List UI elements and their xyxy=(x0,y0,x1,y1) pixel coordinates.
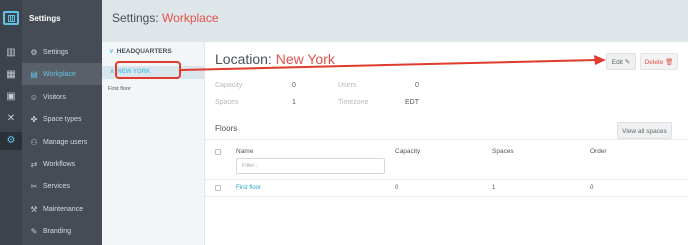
trash-icon: 🗑 xyxy=(665,59,674,66)
column-header-capacity[interactable]: Capacity xyxy=(395,148,420,155)
tree-item-headquarters[interactable]: ∨ HEADQUARTERS xyxy=(109,47,172,55)
delete-button-label: Delete xyxy=(644,59,664,66)
floor-spaces: 1 xyxy=(492,185,496,191)
column-header-name[interactable]: Name xyxy=(236,148,253,155)
tree-item-label: HEADQUARTERS xyxy=(116,48,172,55)
nav-item-label: Settings xyxy=(43,48,69,56)
tools-icon[interactable]: ✕ xyxy=(0,110,22,128)
location-detail: Location: New York Edit ✎ Delete 🗑 Capac… xyxy=(205,42,688,245)
annotation-highlight-box xyxy=(115,61,181,79)
nav-item-maintenance[interactable]: ⚒ Maintenance xyxy=(22,198,102,220)
nav-item-label: Workflows xyxy=(43,160,76,168)
nav-item-label: Workplace xyxy=(43,70,76,78)
view-all-spaces-button[interactable]: View all spaces xyxy=(617,122,672,139)
nav-title: Settings xyxy=(29,14,61,23)
notebook-icon[interactable]: ▣ xyxy=(0,88,22,106)
select-all-checkbox[interactable] xyxy=(215,149,221,155)
nav-item-label: Branding xyxy=(43,227,72,235)
wrench-icon: ⚒ xyxy=(30,204,38,214)
column-header-order[interactable]: Order xyxy=(590,148,607,155)
floor-order: 0 xyxy=(590,185,594,191)
nav-item-workplace[interactable]: ▤ Workplace xyxy=(22,63,102,85)
chevron-down-icon[interactable]: ∨ xyxy=(109,48,114,55)
filter-input[interactable] xyxy=(236,158,385,174)
chevron-up-icon[interactable]: ∧ xyxy=(110,69,114,75)
edit-button[interactable]: Edit ✎ xyxy=(606,53,636,70)
location-title: Location: New York xyxy=(215,51,335,67)
divider xyxy=(205,139,688,140)
delete-button[interactable]: Delete 🗑 xyxy=(640,53,678,70)
gear-icon[interactable]: ⚙ xyxy=(0,132,22,150)
edit-icon: ✎ xyxy=(624,59,631,66)
nav-item-space-types[interactable]: ✤ Space types xyxy=(22,108,102,130)
shapes-icon: ✤ xyxy=(30,114,38,124)
divider xyxy=(205,196,688,197)
nav-item-label: Maintenance xyxy=(43,205,84,213)
nav-item-label: Services xyxy=(43,182,70,190)
building-icon: ▤ xyxy=(30,69,38,79)
settings-nav: Settings ⚙ Settings ▤ Workplace ☺ Visito… xyxy=(22,0,102,245)
app-rail: ▥ ▦ ▣ ✕ ⚙ xyxy=(0,0,22,245)
nav-item-settings[interactable]: ⚙ Settings xyxy=(22,41,102,63)
row-checkbox[interactable] xyxy=(215,185,221,191)
palette-icon: ✎ xyxy=(30,226,38,236)
location-label: Location: xyxy=(215,51,272,67)
tools-icon: ✂ xyxy=(30,181,38,191)
column-header-spaces[interactable]: Spaces xyxy=(492,148,514,155)
page-title: Settings: Workplace xyxy=(112,11,219,25)
nav-item-visitors[interactable]: ☺ Visitors xyxy=(22,86,102,108)
users-label: Users xyxy=(338,82,357,89)
nav-item-manage-users[interactable]: ⚇ Manage users xyxy=(22,131,102,153)
location-name: New York xyxy=(275,51,335,67)
floor-name-link[interactable]: First floor xyxy=(236,185,261,191)
nav-item-services[interactable]: ✂ Services xyxy=(22,175,102,197)
flow-icon: ⇄ xyxy=(30,159,38,169)
app-logo-icon[interactable] xyxy=(3,11,19,25)
nav-item-label: Visitors xyxy=(43,93,66,101)
timezone-value: EDT xyxy=(405,99,419,106)
book-icon[interactable]: ▥ xyxy=(0,44,22,62)
floors-heading: Floors xyxy=(215,124,238,133)
divider xyxy=(205,179,688,180)
floor-capacity: 0 xyxy=(395,185,399,191)
page-title-accent: Workplace xyxy=(162,11,219,25)
users-value: 0 xyxy=(415,82,419,89)
edit-button-label: Edit xyxy=(611,59,623,66)
nav-item-workflows[interactable]: ⇄ Workflows xyxy=(22,153,102,175)
badge-icon: ☺ xyxy=(29,92,39,102)
capacity-label: Capacity xyxy=(215,82,243,89)
tree-item-first-floor[interactable]: First floor xyxy=(108,86,131,92)
users-icon: ⚇ xyxy=(30,137,38,147)
gear-icon: ⚙ xyxy=(30,47,38,57)
page-title-prefix: Settings: xyxy=(112,11,159,25)
nav-item-label: Space types xyxy=(43,115,82,123)
spaces-value: 1 xyxy=(292,99,296,106)
spaces-label: Spaces xyxy=(215,99,239,106)
calendar-icon[interactable]: ▦ xyxy=(0,66,22,84)
nav-item-label: Manage users xyxy=(43,138,88,146)
nav-item-branding[interactable]: ✎ Branding xyxy=(22,220,102,242)
page-header: Settings: Workplace xyxy=(102,0,688,42)
timezone-label: Timezone xyxy=(338,99,369,106)
capacity-value: 0 xyxy=(292,82,296,89)
